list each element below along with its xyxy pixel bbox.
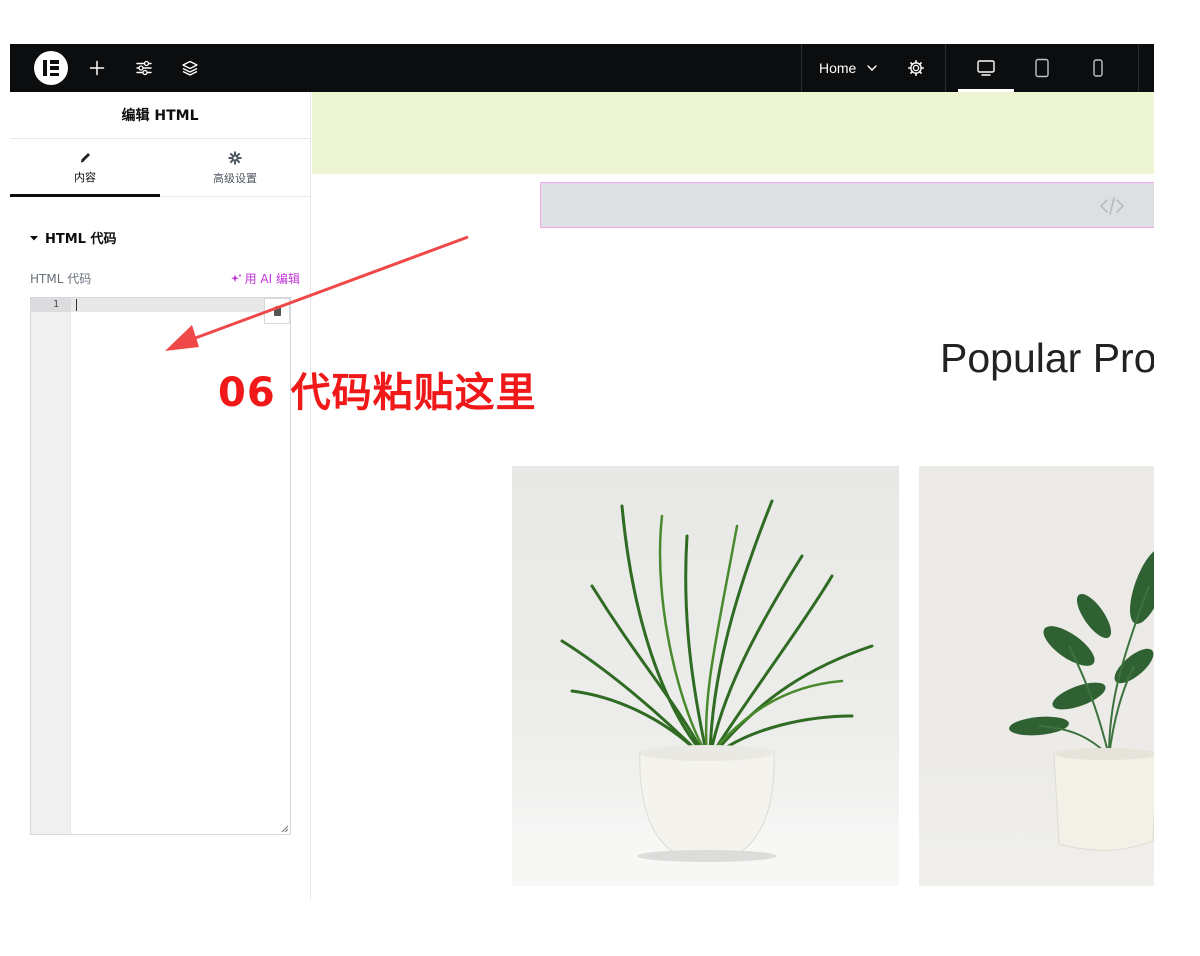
device-tablet-button[interactable]	[1014, 44, 1070, 92]
toolbar-divider	[1138, 44, 1139, 92]
gear-icon	[228, 151, 242, 165]
clipboard-icon	[273, 306, 281, 316]
panel-title: 编辑 HTML	[10, 92, 310, 139]
tab-content[interactable]: 内容	[10, 139, 160, 197]
html-widget-placeholder[interactable]	[540, 182, 1154, 228]
panel-tabs: 内容 高级设置	[10, 139, 310, 197]
ai-edit-button[interactable]: 用 AI 编辑	[230, 270, 300, 287]
section-title: HTML 代码	[45, 232, 117, 247]
product-image[interactable]	[919, 466, 1154, 886]
site-settings-button[interactable]	[132, 56, 156, 80]
hero-section	[312, 92, 1154, 174]
sliders-icon	[136, 60, 152, 76]
tab-advanced[interactable]: 高级设置	[160, 139, 310, 196]
product-image[interactable]	[512, 466, 899, 886]
resize-handle-icon[interactable]	[280, 824, 289, 833]
add-element-button[interactable]	[85, 56, 109, 80]
editor-caret	[76, 299, 77, 311]
plant-image	[1009, 548, 1154, 851]
section-html-code-toggle[interactable]: HTML 代码	[30, 228, 117, 247]
tab-advanced-label: 高级设置	[213, 172, 257, 185]
device-mobile-button[interactable]	[1070, 44, 1126, 92]
layers-icon	[182, 60, 198, 76]
ai-edit-label: 用 AI 编辑	[244, 272, 300, 286]
copy-button[interactable]	[264, 298, 290, 324]
pencil-icon	[80, 153, 90, 163]
toolbar-divider	[945, 44, 946, 92]
gear-icon	[908, 60, 924, 76]
toolbar-divider	[801, 44, 802, 92]
chevron-down-icon	[867, 65, 878, 71]
editor-active-line	[71, 298, 290, 312]
elementor-editor: Home 编辑 HTML 内容 高级设置 HTML 代码 HTML 代码 用 A…	[10, 44, 1154, 900]
device-desktop-button[interactable]	[958, 44, 1014, 92]
structure-button[interactable]	[178, 56, 202, 80]
editor-gutter	[31, 298, 71, 834]
page-canvas: Popular Pro	[312, 92, 1154, 900]
elementor-logo-icon[interactable]	[34, 51, 68, 85]
section-heading: Popular Pro	[940, 335, 1154, 381]
page-selector[interactable]: Home	[819, 44, 878, 92]
widget-panel: 编辑 HTML 内容 高级设置 HTML 代码 HTML 代码 用 AI 编辑	[10, 92, 311, 900]
tab-content-label: 内容	[74, 171, 96, 184]
top-bar: Home	[10, 44, 1154, 92]
page-selector-label: Home	[819, 60, 857, 76]
code-icon	[1100, 197, 1124, 215]
tablet-icon	[1035, 58, 1049, 78]
annotation-label: 06 代码粘贴这里	[218, 370, 537, 416]
plus-icon	[89, 60, 105, 76]
mobile-icon	[1093, 59, 1103, 77]
desktop-icon	[977, 60, 995, 76]
field-label: HTML 代码	[30, 272, 92, 286]
page-settings-button[interactable]	[904, 56, 928, 80]
line-number: 1	[31, 298, 71, 312]
caret-down-icon	[30, 235, 38, 240]
ai-sparkle-icon	[230, 274, 241, 282]
plant-image	[512, 499, 899, 886]
